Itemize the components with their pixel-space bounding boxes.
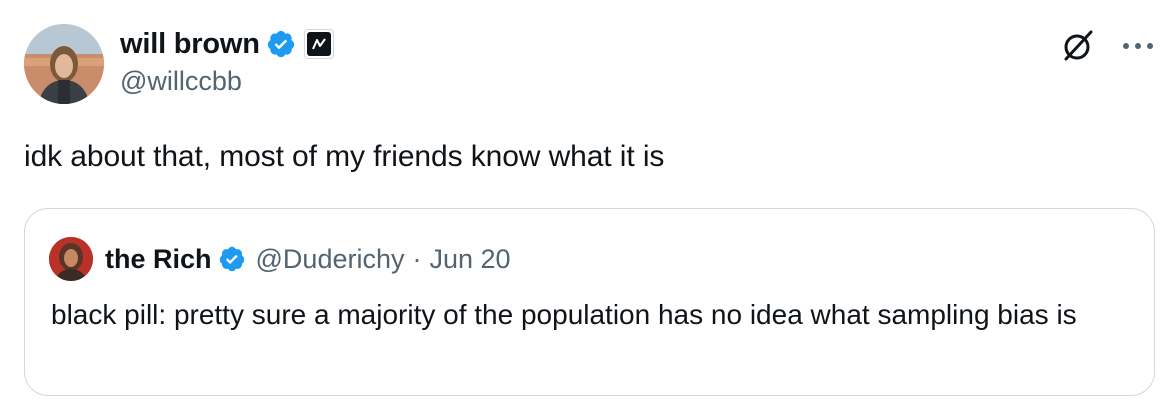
verified-badge-icon [266, 29, 296, 59]
quoted-avatar-photo-icon [49, 237, 93, 281]
tweet-text: idk about that, most of my friends know … [24, 140, 665, 173]
quoted-tweet-header: the Rich @Duderichy · Jun 20 [49, 237, 511, 281]
affiliation-badge-icon[interactable] [303, 29, 334, 59]
quoted-author-handle[interactable]: @Duderichy [256, 244, 405, 275]
grok-icon[interactable] [1058, 26, 1098, 66]
tweet-card: will brown @willccbb idk about that, mos… [0, 0, 1176, 416]
verified-badge-icon [218, 245, 246, 273]
quoted-tweet-date[interactable]: Jun 20 [429, 244, 510, 275]
quoted-author-display-name[interactable]: the Rich [105, 244, 212, 275]
author-avatar[interactable] [24, 24, 104, 104]
author-name-row: will brown [120, 26, 334, 62]
author-display-name[interactable]: will brown [120, 28, 260, 61]
author-handle[interactable]: @willccbb [120, 66, 334, 97]
separator-dot: · [412, 243, 422, 274]
quoted-tweet[interactable]: the Rich @Duderichy · Jun 20 black pill:… [24, 208, 1155, 396]
quoted-tweet-text: black pill: pretty sure a majority of th… [51, 299, 1077, 330]
more-options-icon[interactable] [1120, 28, 1156, 64]
avatar-photo-icon [24, 24, 104, 104]
author-header: will brown @willccbb [120, 26, 334, 97]
quoted-author-avatar[interactable] [49, 237, 93, 281]
tweet-top-actions [1058, 26, 1156, 66]
